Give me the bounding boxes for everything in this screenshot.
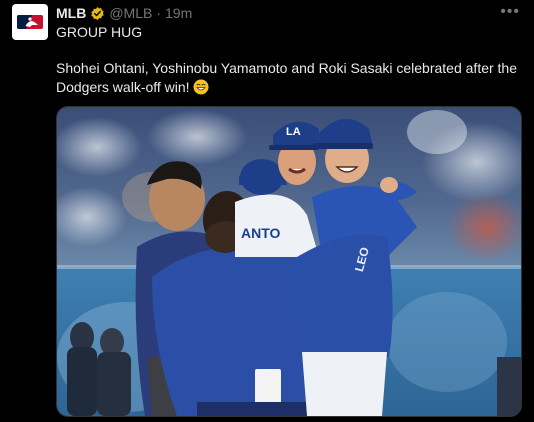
avatar[interactable] [12,4,48,40]
jersey-text-anto: ANTO [241,225,281,241]
post-text: Shohei Ohtani, Yoshinobu Yamamoto and Ro… [56,59,526,97]
verified-badge-icon [91,6,105,20]
post-photo[interactable]: ANTO LA LEO [56,106,522,417]
post-heading: GROUP HUG [56,24,143,40]
account-handle[interactable]: @MLB [109,5,152,21]
grinning-sweat-emoji-icon [193,79,209,95]
more-options-icon[interactable]: ••• [500,3,520,21]
separator-dot: · [156,5,161,21]
timestamp[interactable]: 19m [165,5,192,21]
tweet[interactable]: MLB @MLB · 19m ••• GROUP HUG Shohei Ohta… [0,0,534,422]
mlb-logo-icon [17,15,43,29]
players-hug-photo: ANTO LA LEO [57,107,521,416]
cap-logo-text: LA [286,126,301,138]
post-text-content: Shohei Ohtani, Yoshinobu Yamamoto and Ro… [56,60,518,95]
account-name[interactable]: MLB [56,5,86,21]
